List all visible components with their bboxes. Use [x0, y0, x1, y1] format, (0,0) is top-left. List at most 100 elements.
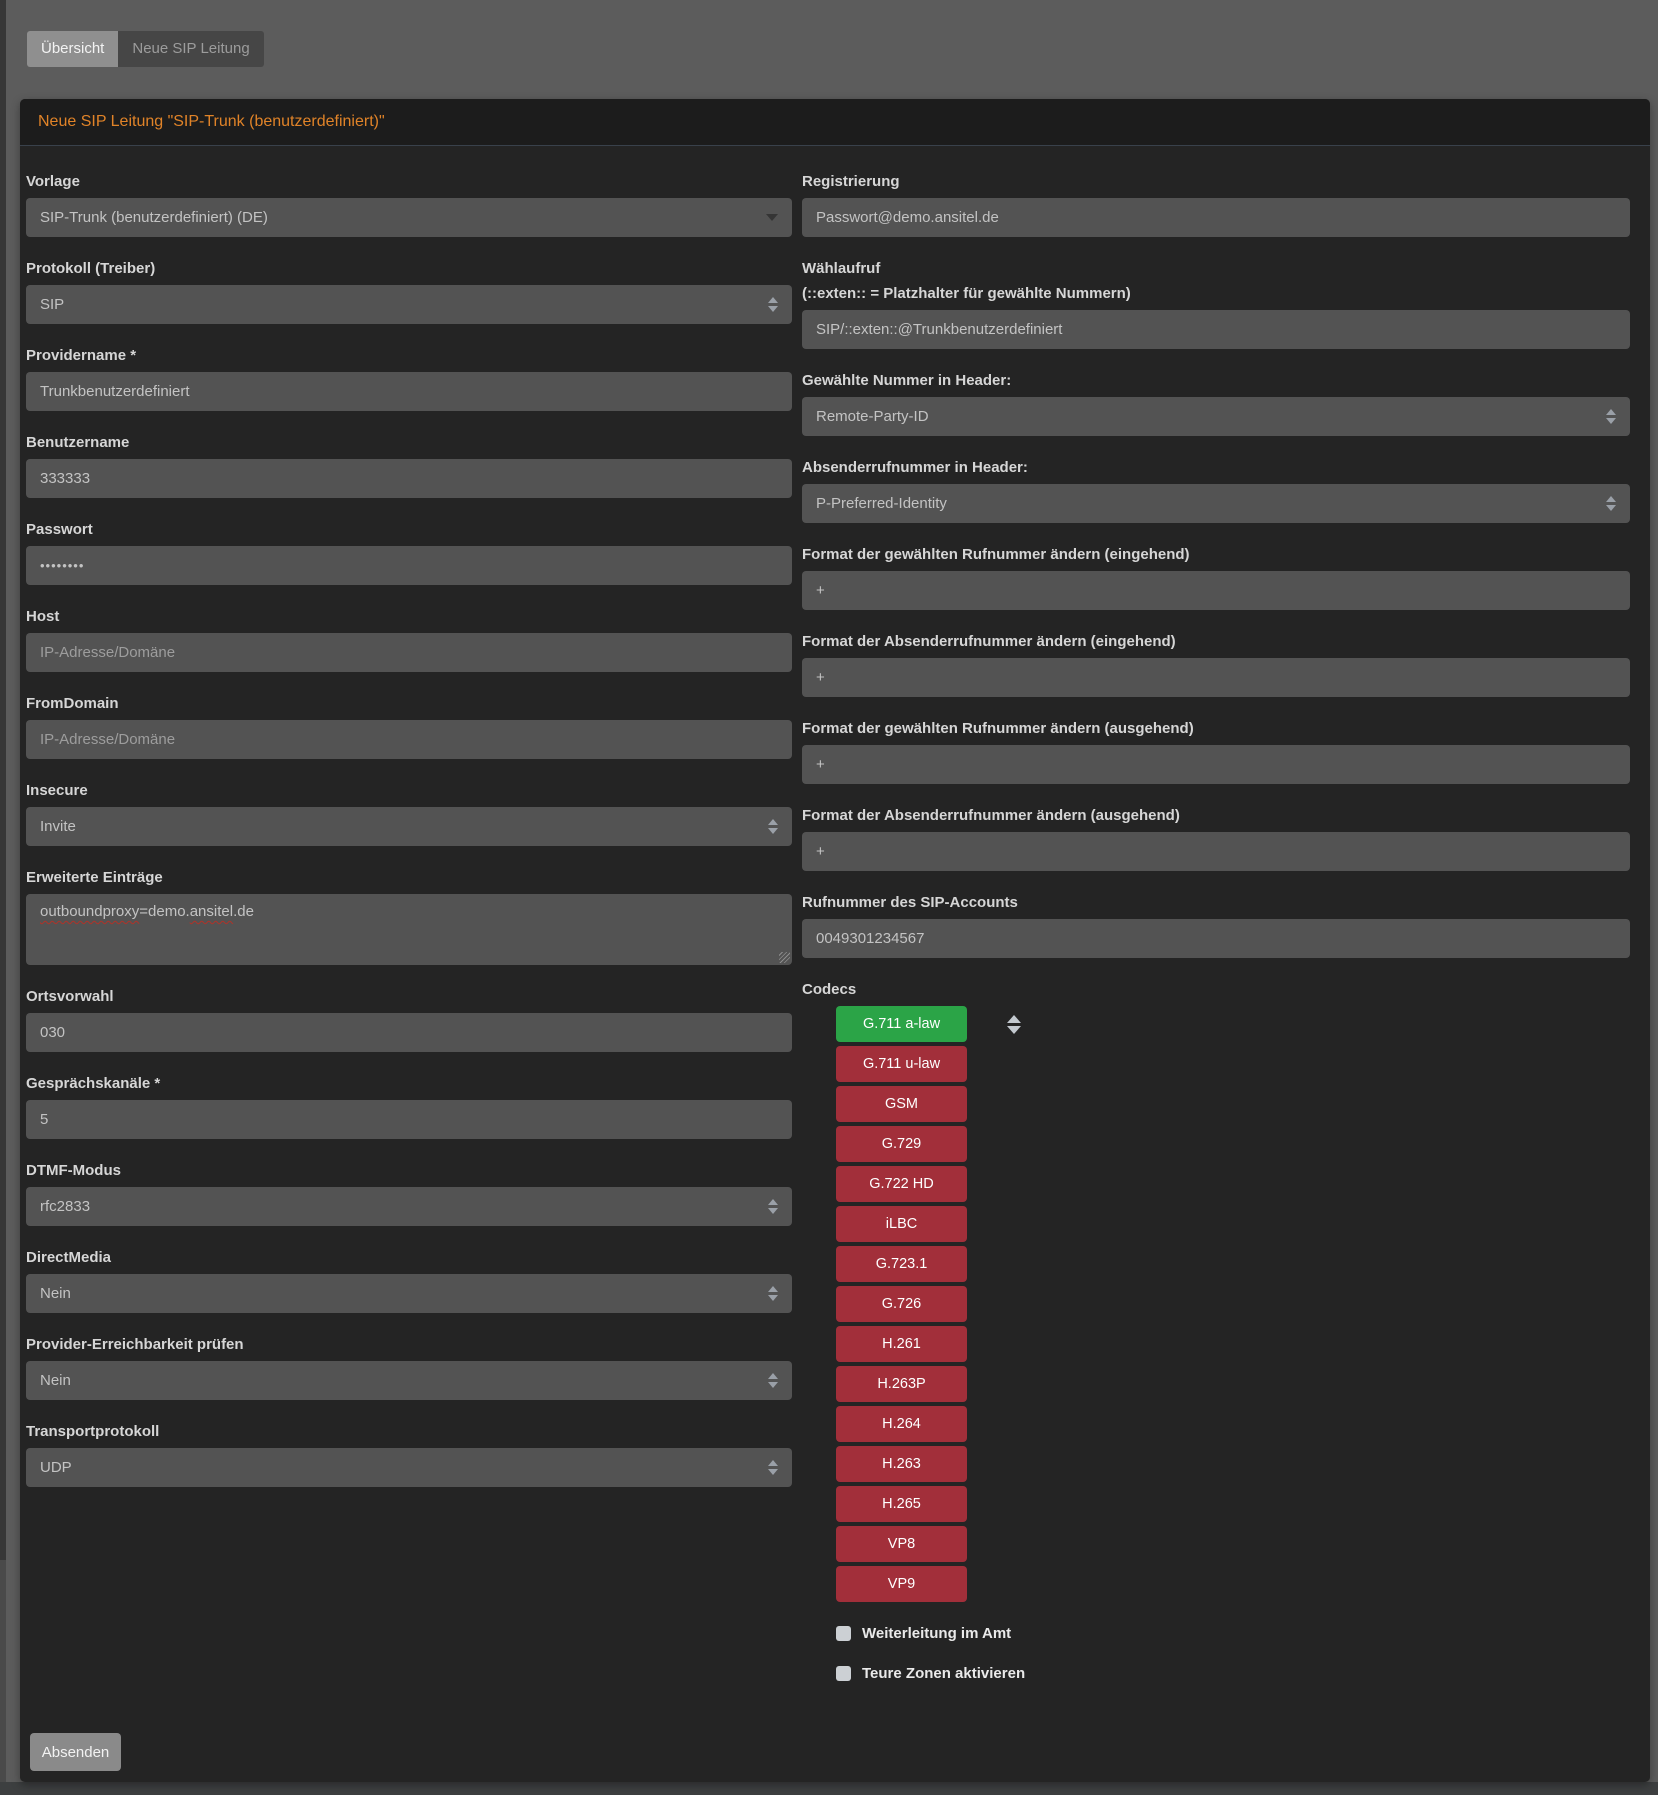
passwort-label: Passwort: [26, 521, 792, 539]
sip-rufnummer-label: Rufnummer des SIP-Accounts: [802, 894, 1630, 912]
format-absender-eingehend-input[interactable]: +: [802, 658, 1630, 697]
form-column-right: Registrierung Passwort@demo.ansitel.de W…: [802, 173, 1630, 1705]
codec-row-selected: G.711 a-law: [836, 1006, 1630, 1046]
registrierung-value: Passwort@demo.ansitel.de: [816, 209, 999, 226]
field-directmedia: DirectMedia Nein: [26, 1249, 792, 1313]
gespraechskanaele-label: Gesprächskanäle *: [26, 1075, 792, 1093]
format-gewaehlt-eingehend-label: Format der gewählten Rufnummer ändern (e…: [802, 546, 1630, 564]
protokoll-select[interactable]: SIP: [26, 285, 792, 324]
field-waehlaufruf: Wählaufruf (::exten:: = Platzhalter für …: [802, 260, 1630, 349]
checkbox-row-teure-zonen: Teure Zonen aktivieren: [836, 1665, 1630, 1682]
passwort-value: ••••••••: [40, 558, 84, 573]
absenden-button[interactable]: Absenden: [30, 1733, 121, 1771]
fromdomain-label: FromDomain: [26, 695, 792, 713]
tab-neue-sip-leitung[interactable]: Neue SIP Leitung: [118, 31, 263, 67]
panel-title: Neue SIP Leitung "SIP-Trunk (benutzerdef…: [20, 99, 1650, 146]
format-absender-eingehend-label: Format der Absenderrufnummer ändern (ein…: [802, 633, 1630, 651]
updown-arrows-icon: [1606, 496, 1616, 511]
codec-vp8[interactable]: VP8: [836, 1526, 967, 1562]
absenderrufnummer-header-label: Absenderrufnummer in Header:: [802, 459, 1630, 477]
teure-zonen-label: Teure Zonen aktivieren: [862, 1665, 1025, 1682]
codec-g711-ulaw[interactable]: G.711 u-law: [836, 1046, 967, 1082]
directmedia-label: DirectMedia: [26, 1249, 792, 1267]
directmedia-select[interactable]: Nein: [26, 1274, 792, 1313]
codecs-label: Codecs: [802, 981, 1630, 999]
tab-uebersicht[interactable]: Übersicht: [27, 31, 118, 67]
gewaehlte-nummer-header-select[interactable]: Remote-Party-ID: [802, 397, 1630, 436]
updown-arrows-icon: [768, 1199, 778, 1214]
ortsvorwahl-input[interactable]: 030: [26, 1013, 792, 1052]
format-absender-ausgehend-input[interactable]: +: [802, 832, 1630, 871]
left-scrollbar-thumb[interactable]: [0, 0, 6, 1560]
provider-erreichbarkeit-select[interactable]: Nein: [26, 1361, 792, 1400]
codec-g722hd[interactable]: G.722 HD: [836, 1166, 967, 1202]
codec-g7231[interactable]: G.723.1: [836, 1246, 967, 1282]
textarea-resize-handle[interactable]: [779, 952, 790, 963]
codec-g729[interactable]: G.729: [836, 1126, 967, 1162]
host-placeholder: IP-Adresse/Domäne: [40, 644, 175, 661]
insecure-select[interactable]: Invite: [26, 807, 792, 846]
registrierung-input[interactable]: Passwort@demo.ansitel.de: [802, 198, 1630, 237]
field-format-absender-eingehend: Format der Absenderrufnummer ändern (ein…: [802, 633, 1630, 697]
field-dtmf-modus: DTMF-Modus rfc2833: [26, 1162, 792, 1226]
field-vorlage: Vorlage SIP-Trunk (benutzerdefiniert) (D…: [26, 173, 792, 237]
providername-value: Trunkbenutzerdefiniert: [40, 383, 190, 400]
field-provider-erreichbarkeit: Provider-Erreichbarkeit prüfen Nein: [26, 1336, 792, 1400]
waehlaufruf-input[interactable]: SIP/::exten::@Trunkbenutzerdefiniert: [802, 310, 1630, 349]
codec-ilbc[interactable]: iLBC: [836, 1206, 967, 1242]
updown-arrows-icon: [1606, 409, 1616, 424]
codec-h265[interactable]: H.265: [836, 1486, 967, 1522]
waehlaufruf-sublabel: (::exten:: = Platzhalter für gewählte Nu…: [802, 285, 1630, 303]
sip-rufnummer-value: 0049301234567: [816, 930, 924, 947]
protokoll-value: SIP: [40, 296, 64, 313]
transportprotokoll-value: UDP: [40, 1459, 72, 1476]
format-gewaehlt-eingehend-input[interactable]: +: [802, 571, 1630, 610]
benutzername-input[interactable]: 333333: [26, 459, 792, 498]
passwort-input[interactable]: ••••••••: [26, 546, 792, 585]
sort-updown-icon[interactable]: [1007, 1015, 1021, 1034]
dtmf-modus-select[interactable]: rfc2833: [26, 1187, 792, 1226]
codec-gsm[interactable]: GSM: [836, 1086, 967, 1122]
updown-arrows-icon: [768, 819, 778, 834]
providername-input[interactable]: Trunkbenutzerdefiniert: [26, 372, 792, 411]
field-insecure: Insecure Invite: [26, 782, 792, 846]
dtmf-modus-value: rfc2833: [40, 1198, 90, 1215]
protokoll-label: Protokoll (Treiber): [26, 260, 792, 278]
field-registrierung: Registrierung Passwort@demo.ansitel.de: [802, 173, 1630, 237]
format-gewaehlt-ausgehend-input[interactable]: +: [802, 745, 1630, 784]
form-column-left: Vorlage SIP-Trunk (benutzerdefiniert) (D…: [26, 173, 792, 1705]
erweiterte-eintraege-label: Erweiterte Einträge: [26, 869, 792, 887]
sip-rufnummer-input[interactable]: 0049301234567: [802, 919, 1630, 958]
erweiterte-eintraege-textarea[interactable]: outboundproxy=demo.ansitel.de: [26, 894, 792, 965]
erweiterte-eintraege-value: outboundproxy=demo.ansitel.de: [40, 903, 254, 920]
field-transportprotokoll: Transportprotokoll UDP: [26, 1423, 792, 1487]
codec-h264[interactable]: H.264: [836, 1406, 967, 1442]
field-ortsvorwahl: Ortsvorwahl 030: [26, 988, 792, 1052]
codec-vp9[interactable]: VP9: [836, 1566, 967, 1602]
codec-g711-alaw[interactable]: G.711 a-law: [836, 1006, 967, 1042]
codec-h261[interactable]: H.261: [836, 1326, 967, 1362]
codec-list: G.711 a-law G.711 u-law GSM G.729 G.722 …: [836, 1006, 1630, 1602]
codec-h263[interactable]: H.263: [836, 1446, 967, 1482]
transportprotokoll-select[interactable]: UDP: [26, 1448, 792, 1487]
directmedia-value: Nein: [40, 1285, 71, 1302]
fromdomain-placeholder: IP-Adresse/Domäne: [40, 731, 175, 748]
absenderrufnummer-header-select[interactable]: P-Preferred-Identity: [802, 484, 1630, 523]
waehlaufruf-label: Wählaufruf: [802, 260, 1630, 278]
codec-h263p[interactable]: H.263P: [836, 1366, 967, 1402]
vorlage-select[interactable]: SIP-Trunk (benutzerdefiniert) (DE): [26, 198, 792, 237]
teure-zonen-checkbox[interactable]: [836, 1666, 851, 1681]
codec-g726[interactable]: G.726: [836, 1286, 967, 1322]
host-input[interactable]: IP-Adresse/Domäne: [26, 633, 792, 672]
field-sip-rufnummer: Rufnummer des SIP-Accounts 0049301234567: [802, 894, 1630, 958]
format-absender-eingehend-value: +: [816, 669, 825, 686]
field-gewaehlte-nummer-header: Gewählte Nummer in Header: Remote-Party-…: [802, 372, 1630, 436]
benutzername-label: Benutzername: [26, 434, 792, 452]
updown-arrows-icon: [768, 297, 778, 312]
weiterleitung-im-amt-checkbox[interactable]: [836, 1626, 851, 1641]
left-scrollbar-track[interactable]: [0, 0, 6, 1795]
fromdomain-input[interactable]: IP-Adresse/Domäne: [26, 720, 792, 759]
absenderrufnummer-header-value: P-Preferred-Identity: [816, 495, 947, 512]
insecure-value: Invite: [40, 818, 76, 835]
gespraechskanaele-input[interactable]: 5: [26, 1100, 792, 1139]
